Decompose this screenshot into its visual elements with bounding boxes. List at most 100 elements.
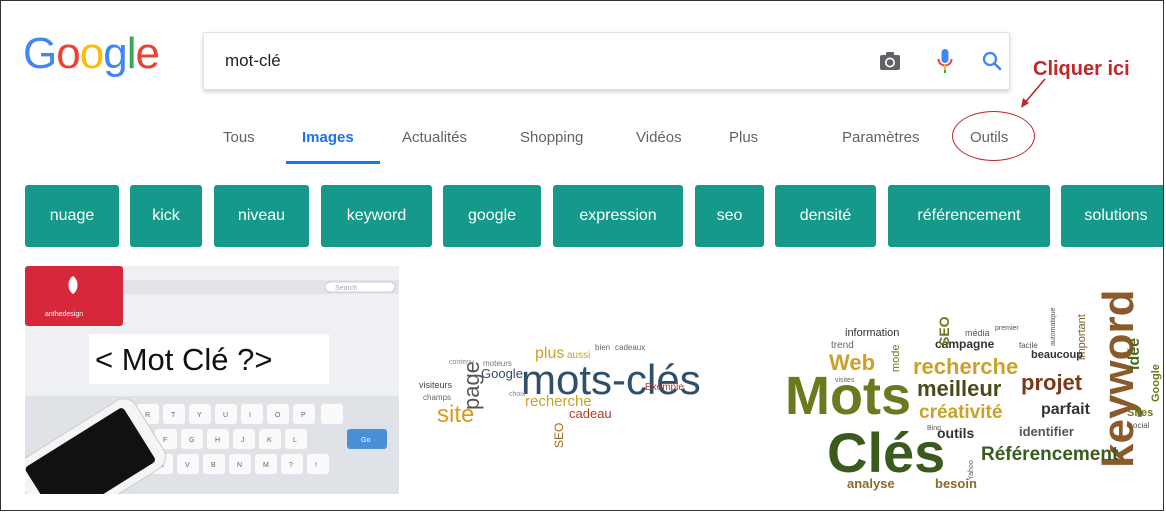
cloud-word: Web — [829, 350, 875, 375]
cloud-word: mode — [890, 344, 902, 372]
logo-letter: l — [126, 29, 137, 78]
camera-icon[interactable] — [876, 47, 904, 75]
logo-letter: o — [56, 29, 81, 78]
microphone-icon[interactable] — [931, 47, 959, 75]
cloud-word: plus — [535, 345, 564, 362]
cloud-word: idée — [1126, 338, 1143, 370]
key-label: U — [223, 412, 228, 419]
key-label: H — [215, 437, 220, 444]
cloud-word: facile — [1019, 341, 1038, 350]
related-chips: nuage kick niveau keyword google express… — [1, 185, 1163, 247]
key-label: B — [211, 462, 216, 469]
result-image-1[interactable]: Search anthedesign < Mot Clé ?> E R T Y … — [25, 266, 399, 494]
cloud-word: automatique — [1050, 307, 1057, 346]
result-image-3[interactable]: Mots Clés keyword information trend Web … — [785, 266, 1163, 494]
placeholder-search-text: Search — [335, 285, 357, 292]
tab-parametres[interactable]: Paramètres — [842, 129, 920, 146]
cloud-word: premier — [995, 325, 1019, 332]
key-label: O — [275, 412, 281, 419]
result-image-2[interactable]: mots-clés page site plus aussi bien cade… — [409, 266, 779, 494]
cloud-word: média — [965, 328, 990, 338]
chip-keyword[interactable]: keyword — [321, 185, 432, 247]
cloud-word: Sites — [1127, 407, 1153, 419]
chip-nuage[interactable]: nuage — [25, 185, 119, 247]
headline-text: < Mot Clé ?> — [95, 342, 272, 377]
chip-label: référencement — [917, 207, 1021, 224]
key-label: J — [241, 437, 245, 444]
cloud-word: site — [437, 401, 474, 428]
tab-plus[interactable]: Plus — [729, 129, 758, 146]
chip-seo[interactable]: seo — [695, 185, 764, 247]
cloud-word: bien — [595, 343, 610, 352]
cloud-word: analyse — [847, 476, 895, 491]
google-logo[interactable]: Google — [23, 29, 160, 79]
cloud-word: moteurs — [483, 359, 512, 368]
cloud-word-keyword: keyword — [1094, 289, 1143, 468]
chip-label: google — [467, 207, 517, 224]
chip-label: solutions — [1084, 207, 1148, 224]
cloud-word: cadeau — [569, 406, 612, 421]
annotation-circle — [952, 111, 1035, 161]
logo-letter: G — [23, 29, 57, 78]
cloud-word: contenu — [449, 359, 474, 366]
brand-text: anthedesign — [45, 311, 83, 318]
key-label: L — [293, 437, 297, 444]
cloud-word: Yahoo — [968, 460, 975, 480]
chip-google[interactable]: google — [443, 185, 541, 247]
cloud-word: Exemple — [645, 382, 684, 393]
wordcloud-mots-cles-keyword: Mots Clés keyword information trend Web … — [785, 289, 1162, 491]
tab-shopping[interactable]: Shopping — [520, 129, 583, 146]
key-label: Y — [197, 412, 202, 419]
active-tab-indicator — [286, 161, 380, 164]
tab-images[interactable]: Images — [302, 129, 354, 146]
cloud-word: social — [1129, 421, 1150, 430]
search-input[interactable]: mot-clé — [225, 51, 281, 71]
tab-tous[interactable]: Tous — [223, 129, 255, 146]
search-icon[interactable] — [978, 47, 1006, 75]
cloud-word: SEO — [552, 423, 566, 448]
tab-videos[interactable]: Vidéos — [636, 129, 682, 146]
cloud-word: créativité — [919, 402, 1002, 423]
key-label: T — [171, 412, 176, 419]
cloud-word: projet — [1021, 370, 1083, 395]
chip-niveau[interactable]: niveau — [214, 185, 309, 247]
chip-label: nuage — [49, 207, 95, 224]
key-label: V — [185, 462, 190, 469]
chip-label: kick — [152, 207, 180, 224]
key-label: ? — [289, 462, 293, 469]
key-label: ! — [315, 462, 317, 469]
chip-label: niveau — [237, 207, 286, 224]
cloud-word: outils — [937, 425, 975, 441]
cloud-word: visites — [835, 377, 855, 384]
logo-letter: g — [103, 29, 128, 78]
chip-expression[interactable]: expression — [553, 185, 683, 247]
chip-label: keyword — [346, 207, 407, 224]
key-label: M — [263, 462, 269, 469]
key-label: P — [301, 412, 306, 419]
cloud-word: visiteurs — [419, 380, 453, 390]
cloud-word: cadeaux — [615, 343, 645, 352]
cloud-word: Google — [1150, 364, 1162, 402]
key-label: K — [267, 437, 272, 444]
chip-kick[interactable]: kick — [130, 185, 202, 247]
chip-solutions[interactable]: solutions — [1061, 185, 1163, 247]
key-label: R — [145, 412, 150, 419]
logo-letter: e — [135, 29, 160, 78]
tab-actualites[interactable]: Actualités — [402, 129, 467, 146]
cloud-word: Référencement — [981, 444, 1119, 465]
cloud-word: SEO — [936, 316, 952, 346]
cloud-word: beaucoup — [1031, 349, 1083, 361]
cloud-word: Google — [481, 366, 523, 381]
cloud-word-big: Mots — [785, 366, 911, 426]
cloud-word: Bing — [927, 425, 941, 432]
cloud-word: champs — [423, 393, 451, 402]
cloud-word: parfait — [1041, 401, 1091, 418]
key-label: I — [249, 412, 251, 419]
tablet-keyboard-illustration: Search anthedesign < Mot Clé ?> E R T Y … — [25, 266, 399, 494]
search-box[interactable]: mot-clé — [203, 32, 1010, 90]
chip-densite[interactable]: densité — [775, 185, 876, 247]
chip-referencement[interactable]: référencement — [888, 185, 1050, 247]
annotation-arrow — [1021, 78, 1046, 108]
cloud-word: meilleur — [917, 376, 1002, 401]
key-label: G — [189, 437, 194, 444]
